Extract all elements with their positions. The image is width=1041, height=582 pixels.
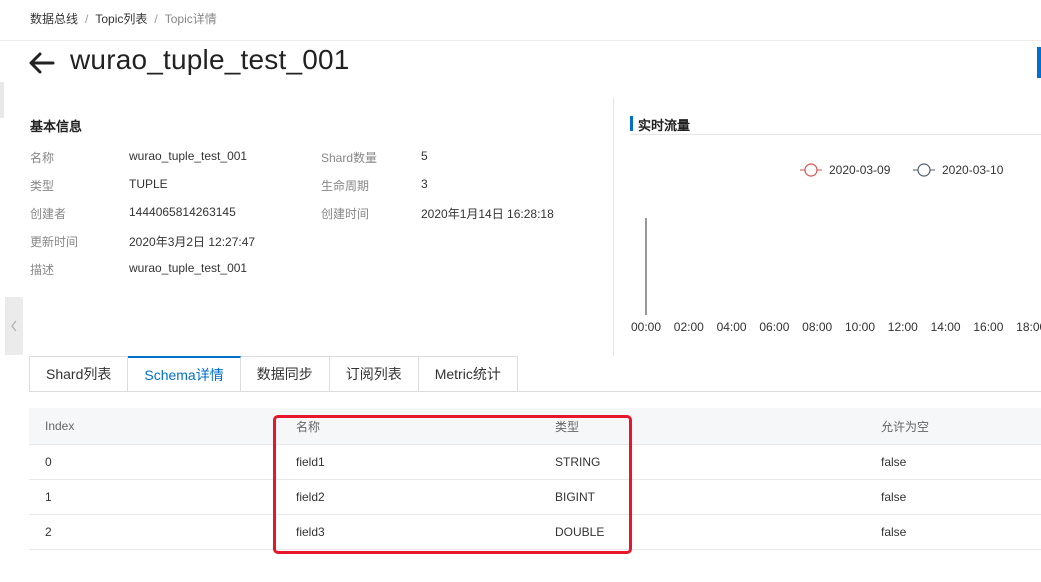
description-value: wurao_tuple_test_001 xyxy=(129,261,248,275)
schema-table: Index 名称 类型 允许为空 0 field1 STRING false 1… xyxy=(29,408,1041,550)
x-tick-label: 16:00 xyxy=(973,320,1003,334)
header-divider xyxy=(0,40,1041,41)
page-title: wurao_tuple_test_001 xyxy=(70,44,350,75)
chart-title-marker xyxy=(630,116,633,131)
column-header-nullable: 允许为空 xyxy=(881,419,930,434)
x-tick-label: 06:00 xyxy=(759,320,789,334)
tab-schema-detail[interactable]: Schema详情 xyxy=(128,356,241,392)
breadcrumb-item-topic-list[interactable]: Topic列表 xyxy=(95,10,147,27)
back-button[interactable] xyxy=(28,50,56,76)
table-row: 1 field2 BIGINT false xyxy=(29,480,1041,515)
field-name-cell: field3 xyxy=(296,525,325,539)
x-tick-label: 08:00 xyxy=(802,320,832,334)
nullable-cell: false xyxy=(881,525,907,539)
breadcrumb-item-topic-detail: Topic详情 xyxy=(164,12,217,26)
field-type-cell: STRING xyxy=(555,455,601,469)
x-tick-label: 00:00 xyxy=(631,320,661,334)
index-cell: 2 xyxy=(45,525,52,539)
field-name-cell: field2 xyxy=(296,490,325,504)
shard-count-label: Shard数量 xyxy=(321,151,378,165)
shard-count-value: 5 xyxy=(421,149,428,163)
type-value: TUPLE xyxy=(129,177,168,191)
name-value: wurao_tuple_test_001 xyxy=(129,149,248,163)
arrow-left-icon xyxy=(29,52,55,74)
index-cell: 0 xyxy=(45,455,52,469)
breadcrumb: 数据总线 / Topic列表 / Topic详情 xyxy=(30,10,217,27)
right-accent-bar xyxy=(1037,47,1041,78)
chevron-left-icon xyxy=(11,320,17,332)
breadcrumb-item-databus[interactable]: 数据总线 xyxy=(30,10,78,27)
column-header-type: 类型 xyxy=(555,419,580,434)
detail-tabs: Shard列表 Schema详情 数据同步 订阅列表 Metric统计 xyxy=(29,356,518,392)
tab-subscription-list[interactable]: 订阅列表 xyxy=(329,356,419,392)
chart-title: 实时流量 xyxy=(638,118,691,133)
creator-value: 1444065814263145 xyxy=(129,205,236,219)
collapse-handle[interactable] xyxy=(5,297,23,355)
type-label: 类型 xyxy=(30,179,55,193)
sidebar-edge xyxy=(0,82,4,118)
x-tick-label: 10:00 xyxy=(845,320,875,334)
legend-marker xyxy=(804,163,818,177)
panel-divider xyxy=(613,98,614,356)
chart-title-divider xyxy=(630,134,1041,135)
table-row: 2 field3 DOUBLE false xyxy=(29,515,1041,550)
basic-info-title: 基本信息 xyxy=(30,119,83,134)
update-time-value: 2020年3月2日 12:27:47 xyxy=(129,235,256,249)
tabs-baseline xyxy=(29,391,1041,392)
name-label: 名称 xyxy=(30,151,55,165)
legend-label: 2020-03-10 xyxy=(942,163,1004,177)
x-tick-label: 14:00 xyxy=(931,320,961,334)
index-cell: 1 xyxy=(45,490,52,504)
tab-data-sync[interactable]: 数据同步 xyxy=(240,356,330,392)
breadcrumb-separator: / xyxy=(85,11,89,26)
table-header: Index 名称 类型 允许为空 xyxy=(29,408,1041,445)
update-time-label: 更新时间 xyxy=(30,235,79,249)
x-tick-label: 04:00 xyxy=(717,320,747,334)
field-type-cell: BIGINT xyxy=(555,490,596,504)
nullable-cell: false xyxy=(881,490,907,504)
create-time-label: 创建时间 xyxy=(321,207,370,221)
tab-shard-list[interactable]: Shard列表 xyxy=(29,356,129,392)
lifecycle-value: 3 xyxy=(421,177,428,191)
tab-metric-stats[interactable]: Metric统计 xyxy=(418,356,518,392)
legend-label: 2020-03-09 xyxy=(829,163,891,177)
nullable-cell: false xyxy=(881,455,907,469)
x-tick-label: 02:00 xyxy=(674,320,704,334)
description-label: 描述 xyxy=(30,263,55,277)
legend-marker xyxy=(917,163,931,177)
x-tick-label: 12:00 xyxy=(888,320,918,334)
create-time-value: 2020年1月14日 16:28:18 xyxy=(421,207,554,221)
column-header-name: 名称 xyxy=(296,419,321,434)
traffic-chart: 00:00 02:00 04:00 06:00 08:00 10:00 12:00 14:00… xyxy=(631,163,1041,334)
field-name-cell: field1 xyxy=(296,455,325,469)
table-row: 0 field1 STRING false xyxy=(29,445,1041,480)
breadcrumb-separator: / xyxy=(154,11,158,26)
lifecycle-label: 生命周期 xyxy=(321,179,370,193)
x-tick-label: 18:00 xyxy=(1016,320,1041,334)
field-type-cell: DOUBLE xyxy=(555,525,605,539)
creator-label: 创建者 xyxy=(30,207,67,221)
column-header-index: Index xyxy=(45,419,75,433)
